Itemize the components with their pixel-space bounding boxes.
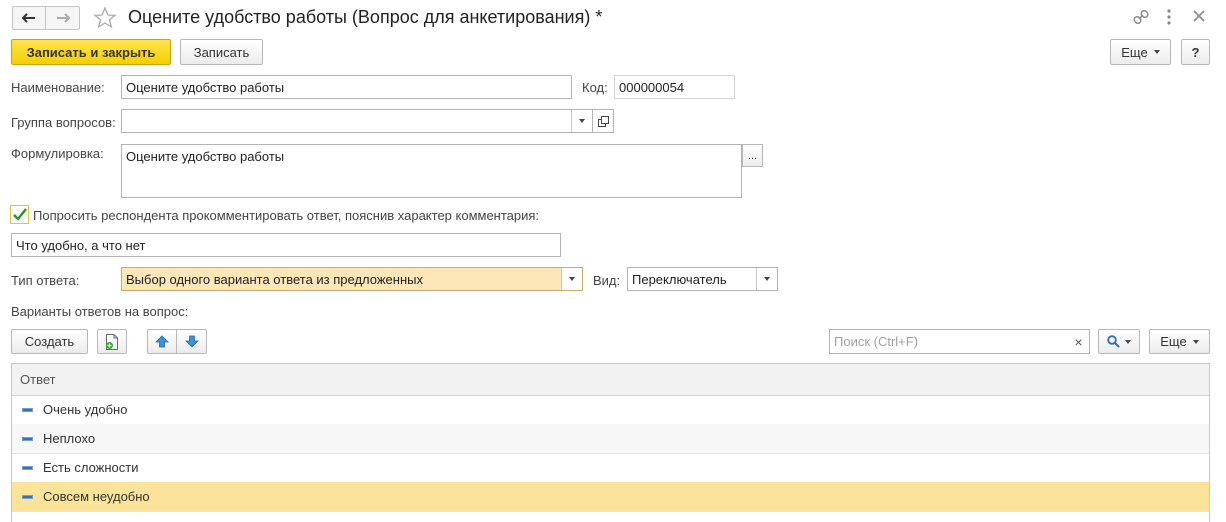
item-icon: [22, 407, 33, 412]
create-button[interactable]: Создать: [11, 329, 88, 354]
row-label: Очень удобно: [43, 402, 128, 417]
checkmark-icon: [12, 208, 27, 221]
search-icon: [1107, 335, 1120, 348]
view-value: Переключатель: [632, 271, 727, 287]
comment-checkbox-label: Попросить респондента прокомментировать …: [33, 208, 540, 223]
row-label: Совсем неудобно: [43, 489, 150, 504]
open-window-icon: [597, 115, 609, 127]
answer-type-label: Тип ответа:: [11, 273, 80, 288]
arrow-down-icon: [184, 335, 199, 348]
name-label: Наименование:: [11, 80, 105, 95]
table-row[interactable]: Очень удобно: [12, 395, 1209, 425]
forward-button[interactable]: [46, 6, 80, 30]
table-row[interactable]: Неплохо: [12, 424, 1209, 454]
menu-kebab-icon[interactable]: [1166, 9, 1172, 28]
answer-type-dropdown-button[interactable]: [561, 268, 582, 290]
variants-more-label: Еще: [1160, 334, 1187, 349]
chevron-down-icon: [579, 119, 585, 123]
answer-type-select[interactable]: Выбор одного варианта ответа из предложе…: [121, 267, 583, 291]
search-input[interactable]: Поиск (Ctrl+F): [829, 329, 1090, 354]
variants-more-button[interactable]: Еще: [1149, 329, 1210, 354]
help-button[interactable]: ?: [1181, 39, 1210, 65]
variants-table: Ответ Очень удобно Неплохо Есть сложност…: [11, 363, 1210, 522]
chevron-down-icon: [764, 277, 770, 281]
wording-textarea[interactable]: Оцените удобство работы: [121, 144, 742, 198]
more-button[interactable]: Еще: [1110, 39, 1171, 65]
arrow-right-icon: [56, 13, 70, 23]
arrow-left-icon: [22, 13, 35, 23]
close-icon[interactable]: [1193, 10, 1205, 25]
view-dropdown-button[interactable]: [756, 268, 777, 290]
more-button-label: Еще: [1121, 44, 1148, 60]
chevron-down-icon: [569, 277, 575, 281]
column-header-answer[interactable]: Ответ: [12, 364, 1209, 396]
group-label: Группа вопросов:: [11, 115, 116, 130]
item-icon: [22, 494, 33, 499]
copy-document-icon: [106, 333, 118, 350]
code-label: Код:: [582, 80, 608, 95]
name-field[interactable]: Оцените удобство работы: [121, 75, 572, 99]
code-field[interactable]: 000000054: [614, 75, 735, 99]
row-label: Есть сложности: [43, 460, 139, 475]
link-icon[interactable]: [1133, 9, 1149, 28]
favorite-star-icon[interactable]: [93, 6, 117, 32]
table-row[interactable]: Есть сложности: [12, 453, 1209, 483]
chevron-down-icon: [1192, 339, 1199, 344]
chevron-down-icon: [1125, 339, 1131, 344]
view-select[interactable]: Переключатель: [627, 267, 778, 291]
group-dropdown-button[interactable]: [571, 110, 592, 132]
copy-button[interactable]: [97, 329, 127, 354]
window-title: Оцените удобство работы (Вопрос для анке…: [128, 7, 603, 27]
chevron-down-icon: [1153, 50, 1160, 54]
comment-field[interactable]: Что удобно, а что нет: [11, 233, 561, 257]
back-button[interactable]: [12, 6, 46, 30]
variants-label: Варианты ответов на вопрос:: [11, 304, 189, 319]
view-label: Вид:: [593, 273, 621, 288]
answer-type-value: Выбор одного варианта ответа из предложе…: [126, 271, 423, 287]
save-and-close-button[interactable]: Записать и закрыть: [11, 39, 171, 65]
search-clear-button[interactable]: ×: [1067, 329, 1090, 354]
comment-checkbox[interactable]: [10, 205, 29, 224]
wording-ellipsis-button[interactable]: ...: [742, 144, 763, 167]
group-open-button[interactable]: [593, 109, 614, 133]
row-label: Неплохо: [43, 431, 96, 446]
move-down-button[interactable]: [176, 329, 207, 354]
arrow-up-icon: [155, 335, 169, 348]
item-icon: [22, 465, 33, 470]
save-button[interactable]: Записать: [180, 39, 263, 65]
item-icon: [22, 436, 33, 441]
table-row-selected[interactable]: Совсем неудобно: [12, 482, 1209, 512]
wording-label: Формулировка:: [11, 146, 104, 161]
search-button[interactable]: [1098, 329, 1140, 354]
group-field[interactable]: [121, 109, 593, 133]
move-up-button[interactable]: [147, 329, 177, 354]
